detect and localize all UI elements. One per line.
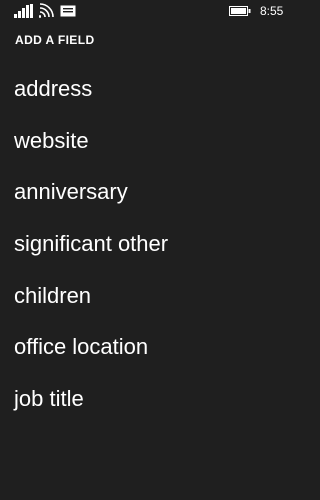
field-item-address[interactable]: address [0,70,300,122]
page-title: ADD A FIELD [15,33,95,47]
clock: 8:55 [260,4,284,18]
field-item-children[interactable]: children [0,277,300,329]
field-item-website[interactable]: website [0,122,300,174]
signal-icon [14,4,33,18]
wifi-icon [39,3,54,18]
field-item-job-title[interactable]: job title [0,380,300,432]
battery-icon [229,6,251,16]
field-list: address website anniversary significant … [0,70,300,432]
message-icon [60,5,76,17]
field-item-office-location[interactable]: office location [0,328,300,380]
status-bar: 8:55 [0,0,300,22]
field-item-significant-other[interactable]: significant other [0,225,300,277]
field-item-anniversary[interactable]: anniversary [0,173,300,225]
